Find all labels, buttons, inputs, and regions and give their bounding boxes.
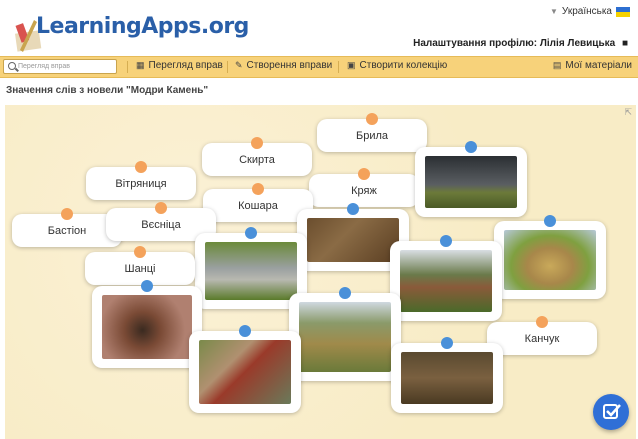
leather-whip-image (102, 295, 192, 359)
page-title: Значення слів з новели "Модри Камень" (6, 85, 209, 96)
divider (227, 61, 228, 73)
connector-dot[interactable] (441, 337, 453, 349)
image-card[interactable] (391, 337, 503, 413)
village-houses-image (400, 250, 492, 312)
nav-bar: Перегляд вправ ▦ Перегляд вправ ✎ Створе… (0, 56, 638, 78)
search-icon (8, 62, 16, 70)
logo-text[interactable]: LearningApps.org (36, 14, 249, 39)
castle-bastion-image (199, 340, 291, 404)
fullscreen-icon[interactable]: ⇱ (624, 107, 632, 118)
nav-browse[interactable]: ▦ Перегляд вправ (136, 60, 223, 71)
connector-dot[interactable] (251, 137, 263, 149)
divider (127, 61, 128, 73)
word-card[interactable]: Брила (317, 113, 427, 152)
word-label: Вєсніца (141, 218, 181, 231)
exercise-board: ⇱ Брила Скирта Вітряниця Кряж Кошара Бас… (5, 105, 636, 439)
profile-label: Налаштування профілю: Лілія Левицька (413, 38, 616, 49)
connector-dot[interactable] (544, 215, 556, 227)
big-boulder-image (205, 242, 297, 300)
hill-ridge-image (299, 302, 391, 372)
image-card[interactable] (390, 235, 502, 321)
checkmark-icon (603, 404, 621, 419)
sheep-flock-image (307, 218, 399, 262)
connector-dot[interactable] (135, 161, 147, 173)
image-card[interactable] (92, 280, 202, 368)
nav-create-label: Створення вправи (246, 60, 333, 71)
image-card[interactable] (289, 287, 401, 381)
connector-dot[interactable] (465, 141, 477, 153)
language-selector[interactable]: ▼ Українська (550, 6, 630, 17)
flag-icon (616, 6, 630, 17)
nav-collection-label: Створити колекцію (359, 60, 448, 71)
chevron-down-icon: ▼ (550, 7, 558, 16)
nav-browse-label: Перегляд вправ (148, 60, 223, 71)
nav-collection[interactable]: ▣ Створити колекцію (347, 60, 447, 71)
connector-dot[interactable] (141, 280, 153, 292)
language-label: Українська (561, 6, 612, 17)
word-label: Бастіон (47, 224, 87, 237)
connector-dot[interactable] (440, 235, 452, 247)
user-icon: ■ (621, 38, 628, 49)
storm-landscape-image (425, 156, 517, 208)
connector-dot[interactable] (339, 287, 351, 299)
connector-dot[interactable] (252, 183, 264, 195)
word-label: Кряж (351, 184, 377, 197)
word-label: Кошара (238, 199, 278, 212)
pencil-icon: ✎ (235, 60, 243, 70)
connector-dot[interactable] (239, 325, 251, 337)
profile-link[interactable]: Налаштування профілю: Лілія Левицька ■ (413, 38, 628, 49)
word-card[interactable]: Кряж (309, 168, 419, 207)
image-card[interactable] (189, 325, 301, 413)
word-label: Канчук (524, 332, 560, 345)
nav-my-materials[interactable]: ▤ Мої матеріали (553, 60, 632, 71)
connector-dot[interactable] (245, 227, 257, 239)
image-card[interactable] (494, 215, 606, 299)
nav-my-materials-label: Мої матеріали (565, 60, 632, 71)
image-card[interactable] (415, 141, 527, 217)
word-label: Шанці (124, 262, 156, 275)
connector-dot[interactable] (155, 202, 167, 214)
nav-create[interactable]: ✎ Створення вправи (235, 60, 332, 71)
search-placeholder: Перегляд вправ (18, 63, 71, 70)
word-card[interactable]: Вітряниця (86, 161, 196, 200)
folder-icon: ▤ (552, 60, 562, 70)
grid-icon: ▦ (136, 60, 145, 70)
word-label: Брила (355, 129, 389, 142)
connector-dot[interactable] (366, 113, 378, 125)
connector-dot[interactable] (358, 168, 370, 180)
hay-stack-image (504, 230, 596, 290)
connector-dot[interactable] (61, 208, 73, 220)
collection-icon: ▣ (347, 60, 356, 70)
connector-dot[interactable] (347, 203, 359, 215)
word-label: Скирта (239, 153, 275, 166)
divider (338, 61, 339, 73)
check-answers-button[interactable] (593, 394, 629, 430)
search-input[interactable]: Перегляд вправ (3, 59, 117, 74)
connector-dot[interactable] (134, 246, 146, 258)
trench-image (401, 352, 493, 404)
connector-dot[interactable] (536, 316, 548, 328)
word-card[interactable]: Скирта (202, 137, 312, 176)
header: LearningApps.org ▼ Українська Налаштуван… (0, 0, 638, 56)
word-label: Вітряниця (115, 177, 167, 190)
word-card[interactable]: Канчук (487, 316, 597, 355)
word-card[interactable]: Шанці (85, 246, 195, 285)
